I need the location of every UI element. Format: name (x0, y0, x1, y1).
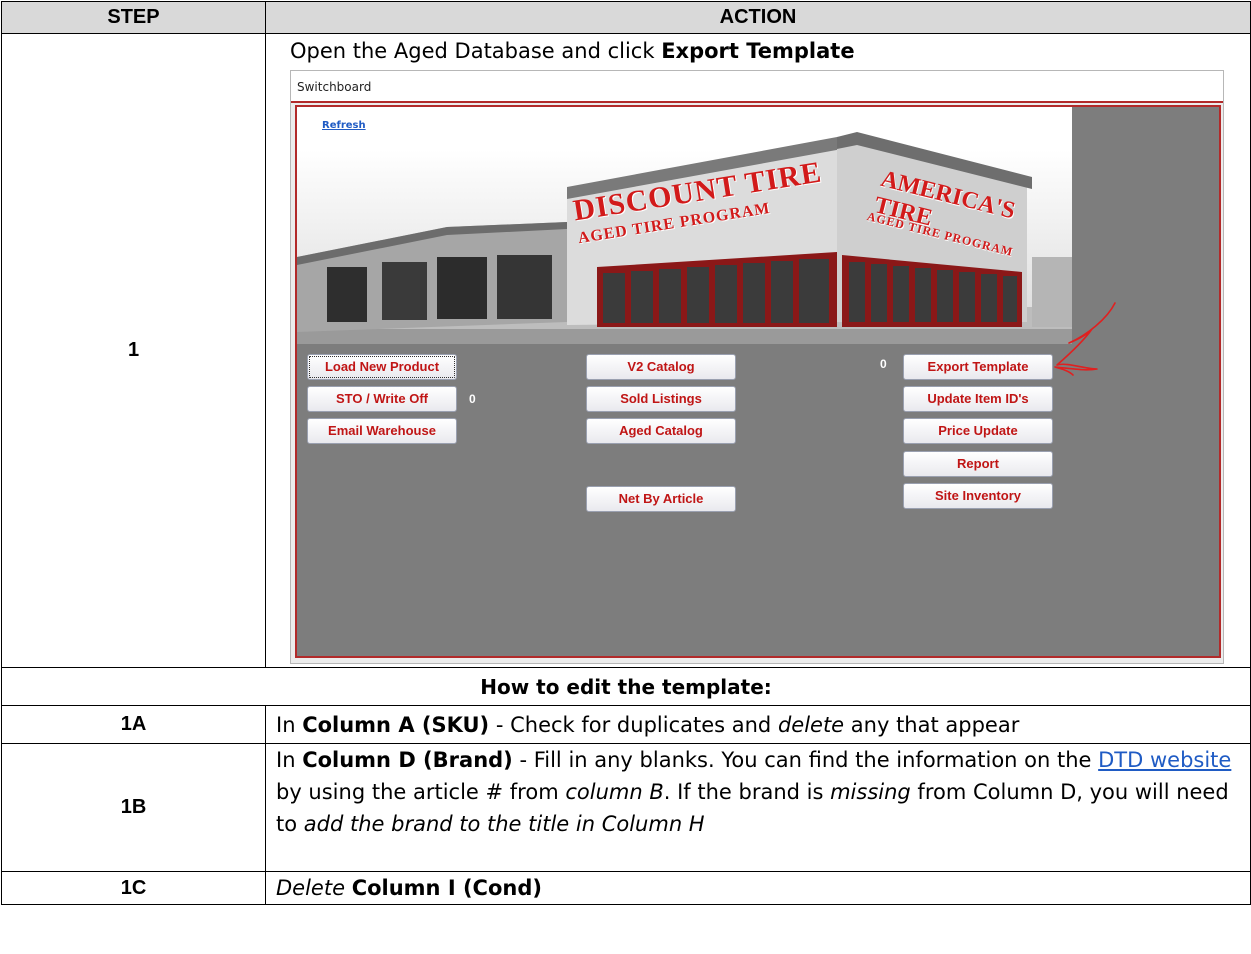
step-number: 1B (1, 743, 266, 872)
text: by using the article # from (276, 780, 566, 804)
text: In (276, 712, 303, 737)
italic-text: add the brand to the title in Column H (303, 812, 705, 836)
switchboard-title: Switchboard (291, 71, 1223, 103)
step-number: 1A (1, 705, 266, 744)
text: - Fill in any blanks. You can find the i… (512, 748, 1099, 772)
step-row-1a: 1A In Column A (SKU) - Check for duplica… (1, 705, 1251, 744)
step-1-instruction: Open the Aged Database and click Export … (290, 36, 1246, 66)
text (345, 876, 352, 900)
italic-text: missing (830, 780, 911, 804)
italic-text: delete (777, 712, 845, 737)
section-heading: How to edit the template: (1, 667, 1251, 706)
step-number: 1 (1, 33, 266, 668)
dtd-website-link[interactable]: DTD website (1098, 748, 1231, 772)
switchboard-screenshot: Switchboard Refresh DISCOUNT TIRE AGED T… (290, 70, 1224, 664)
text: In (276, 748, 303, 772)
instruction-text: Open the Aged Database and click (290, 39, 662, 63)
step-row-1b: 1B In Column D (Brand) - Fill in any bla… (1, 743, 1251, 872)
bold-text: Column I (Cond) (351, 876, 542, 900)
bold-text: Column A (SKU) (302, 712, 490, 737)
header-step: STEP (1, 1, 266, 34)
instructions-table: STEP ACTION 1 Open the Aged Database and… (1, 1, 1251, 905)
instruction-bold: Export Template (661, 39, 855, 63)
step-action: Delete Column I (Cond) (265, 871, 1251, 905)
text: . If the brand is (663, 780, 831, 804)
italic-text: column B (565, 780, 664, 804)
step-action: In Column D (Brand) - Fill in any blanks… (265, 743, 1251, 872)
italic-text: Delete (276, 876, 345, 900)
bold-text: Column D (Brand) (302, 748, 513, 772)
switchboard-body: Refresh DISCOUNT TIRE AGED TIRE PROGRAM … (295, 105, 1221, 658)
text: any that appear (844, 712, 1020, 737)
step-number: 1C (1, 871, 266, 905)
header-row: STEP ACTION (1, 1, 1251, 34)
header-action: ACTION (265, 1, 1251, 34)
step-action: Open the Aged Database and click Export … (265, 33, 1251, 668)
step-action: In Column A (SKU) - Check for duplicates… (265, 705, 1251, 744)
text: - Check for duplicates and (489, 712, 778, 737)
annotation-arrow-icon (1054, 302, 1116, 376)
section-heading-row: How to edit the template: (1, 667, 1251, 706)
step-row-1: 1 Open the Aged Database and click Expor… (1, 33, 1251, 668)
step-row-1c: 1C Delete Column I (Cond) (1, 871, 1251, 905)
